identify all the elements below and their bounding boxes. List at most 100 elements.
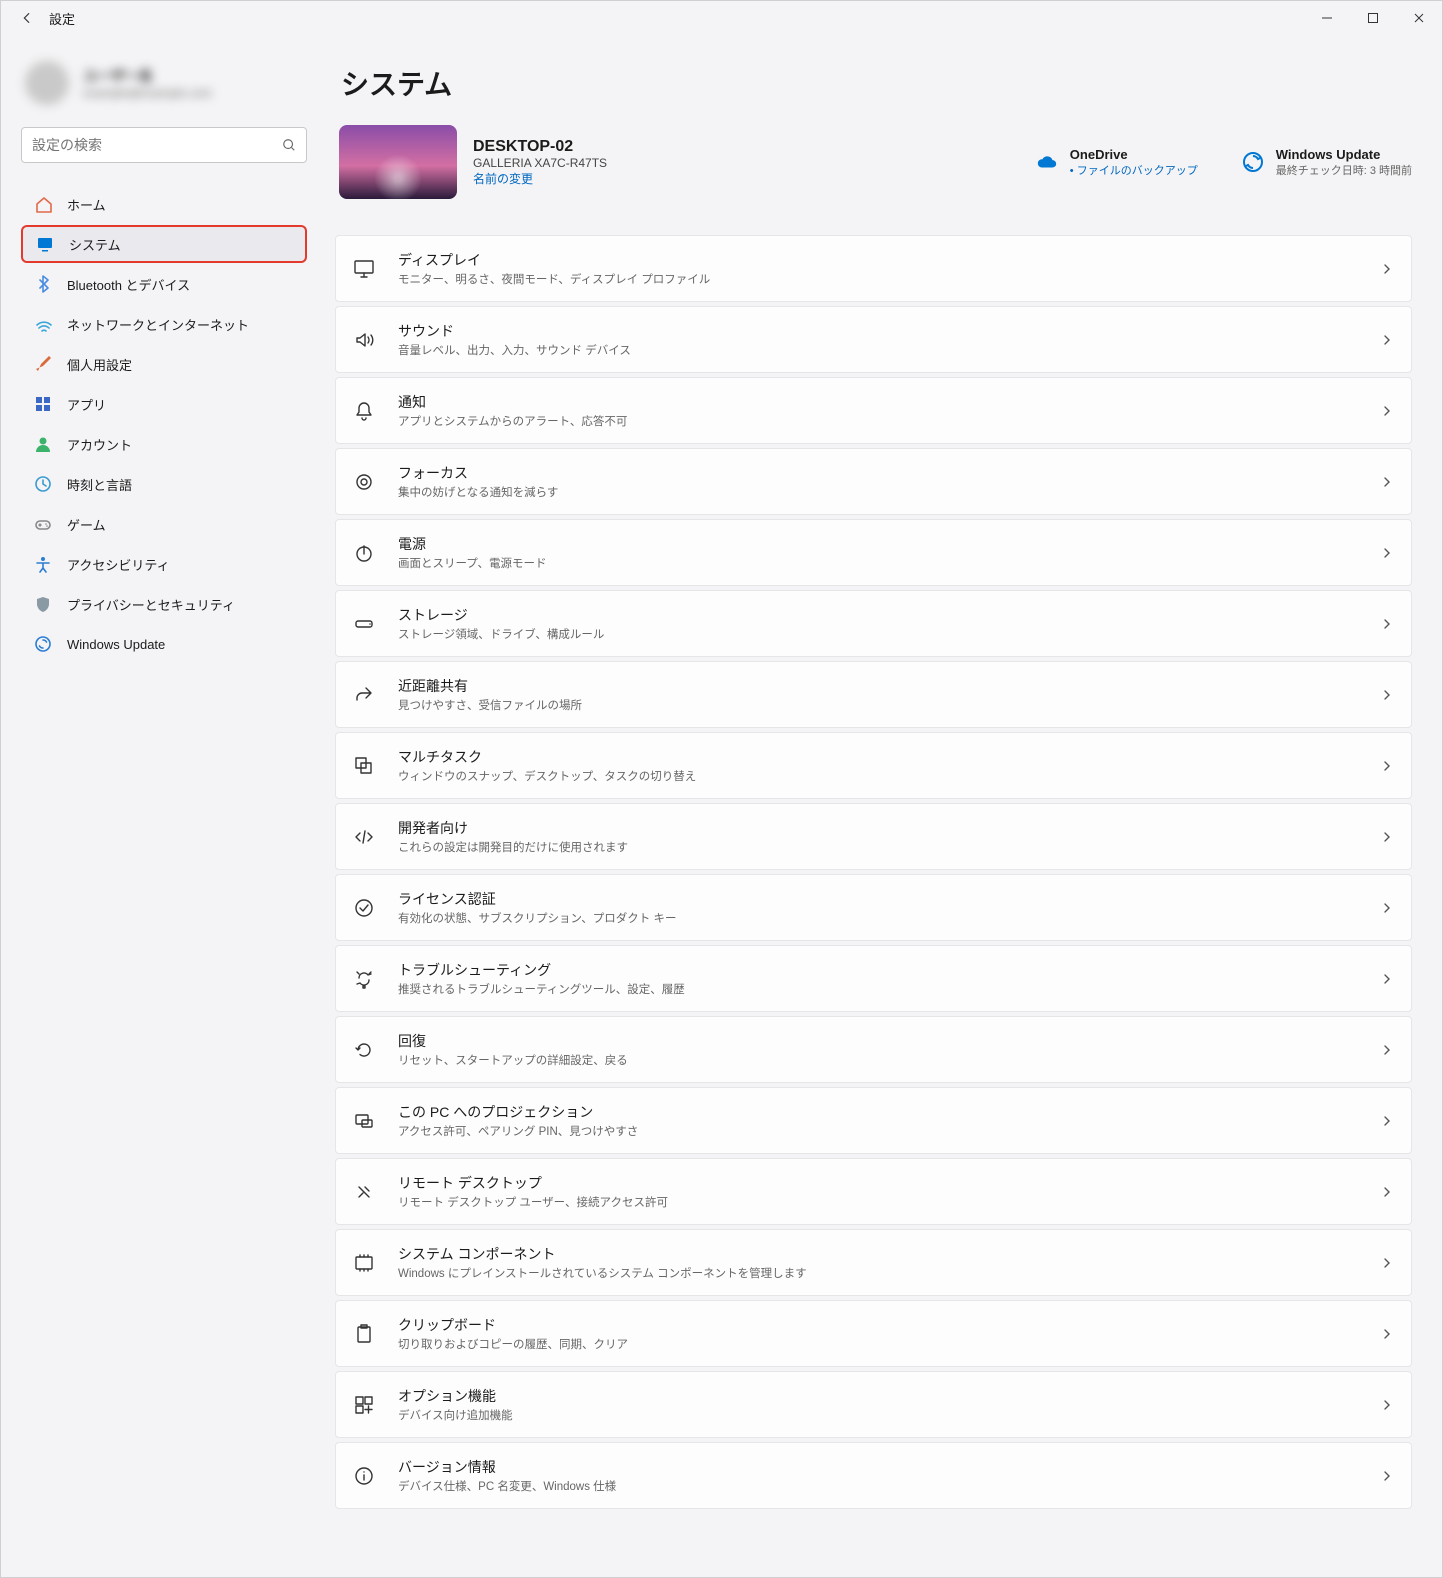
rename-link[interactable]: 名前の変更 [473,170,607,187]
nav-item-gaming[interactable]: ゲーム [21,505,307,543]
device-header: DESKTOP-02 GALLERIA XA7C-R47TS 名前の変更 One… [335,125,1412,199]
card-title: ディスプレイ [398,250,1359,270]
maximize-button[interactable] [1350,1,1396,35]
search-input[interactable] [21,127,307,163]
device-wallpaper-thumb [339,125,457,199]
settings-card-list: ディスプレイモニター、明るさ、夜間モード、ディスプレイ プロファイルサウンド音量… [335,235,1412,1509]
nav-item-system[interactable]: システム [21,225,307,263]
close-button[interactable] [1396,1,1442,35]
onedrive-block[interactable]: OneDrive ファイルのバックアップ [1036,147,1198,178]
minimize-button[interactable] [1304,1,1350,35]
settings-card-focus[interactable]: フォーカス集中の妨げとなる通知を減らす [335,448,1412,515]
onedrive-title: OneDrive [1070,147,1198,162]
nav-item-label: アカウント [67,435,132,454]
card-description: 集中の妨げとなる通知を減らす [398,484,1359,500]
chevron-right-icon [1381,973,1393,985]
card-title: ストレージ [398,605,1359,625]
settings-card-multitask[interactable]: マルチタスクウィンドウのスナップ、デスクトップ、タスクの切り替え [335,732,1412,799]
card-title: クリップボード [398,1315,1359,1335]
network-icon [33,314,53,334]
card-description: 見つけやすさ、受信ファイルの場所 [398,697,1359,713]
card-description: 音量レベル、出力、入力、サウンド デバイス [398,342,1359,358]
card-description: 有効化の状態、サブスクリプション、プロダクト キー [398,910,1359,926]
nav-item-label: プライバシーとセキュリティ [67,595,235,614]
clipboard-icon [352,1322,376,1346]
nav-item-bluetooth[interactable]: Bluetooth とデバイス [21,265,307,303]
chevron-right-icon [1381,1470,1393,1482]
nav-item-label: システム [69,235,121,254]
power-icon [352,541,376,565]
nav-item-account[interactable]: アカウント [21,425,307,463]
update-icon [1242,151,1264,173]
nav-item-label: ホーム [67,195,106,214]
settings-card-optional[interactable]: オプション機能デバイス向け追加機能 [335,1371,1412,1438]
settings-card-display[interactable]: ディスプレイモニター、明るさ、夜間モード、ディスプレイ プロファイル [335,235,1412,302]
nav-item-label: Windows Update [67,637,165,652]
nav-item-label: ゲーム [67,515,106,534]
account-header[interactable]: ユーザー名 example@example.com [25,61,307,105]
chevron-right-icon [1381,1186,1393,1198]
chevron-right-icon [1381,1115,1393,1127]
onedrive-sub[interactable]: ファイルのバックアップ [1070,162,1198,178]
chevron-right-icon [1381,618,1393,630]
avatar [25,61,69,105]
multitask-icon [352,754,376,778]
access-icon [33,554,53,574]
display-icon [352,257,376,281]
settings-card-share[interactable]: 近距離共有見つけやすさ、受信ファイルの場所 [335,661,1412,728]
search-field[interactable] [32,137,282,153]
window-title: 設定 [49,9,75,28]
recovery-icon [352,1038,376,1062]
settings-card-dev[interactable]: 開発者向けこれらの設定は開発目的だけに使用されます [335,803,1412,870]
page-title: システム [341,63,1412,103]
card-title: バージョン情報 [398,1457,1359,1477]
focus-icon [352,470,376,494]
windows-update-block[interactable]: Windows Update 最終チェック日時: 3 時間前 [1242,147,1412,178]
settings-card-notify[interactable]: 通知アプリとシステムからのアラート、応答不可 [335,377,1412,444]
about-icon [352,1464,376,1488]
settings-card-remote[interactable]: リモート デスクトップリモート デスクトップ ユーザー、接続アクセス許可 [335,1158,1412,1225]
gaming-icon [33,514,53,534]
cloud-icon [1036,151,1058,173]
card-title: システム コンポーネント [398,1244,1359,1264]
chevron-right-icon [1381,1328,1393,1340]
components-icon [352,1251,376,1275]
settings-card-trouble[interactable]: トラブルシューティング推奨されるトラブルシューティングツール、設定、履歴 [335,945,1412,1012]
nav-item-access[interactable]: アクセシビリティ [21,545,307,583]
card-description: リモート デスクトップ ユーザー、接続アクセス許可 [398,1194,1359,1210]
winupdate-sub: 最終チェック日時: 3 時間前 [1276,162,1412,178]
nav-item-label: 個人用設定 [67,355,132,374]
nav-item-apps[interactable]: アプリ [21,385,307,423]
card-description: 画面とスリープ、電源モード [398,555,1359,571]
nav-item-network[interactable]: ネットワークとインターネット [21,305,307,343]
settings-card-components[interactable]: システム コンポーネントWindows にプレインストールされているシステム コ… [335,1229,1412,1296]
nav-item-label: Bluetooth とデバイス [67,275,190,294]
back-button[interactable] [13,4,41,32]
settings-card-license[interactable]: ライセンス認証有効化の状態、サブスクリプション、プロダクト キー [335,874,1412,941]
nav-item-time[interactable]: 時刻と言語 [21,465,307,503]
titlebar: 設定 [1,1,1442,35]
settings-card-clipboard[interactable]: クリップボード切り取りおよびコピーの履歴、同期、クリア [335,1300,1412,1367]
nav-item-update[interactable]: Windows Update [21,625,307,663]
nav-item-brush[interactable]: 個人用設定 [21,345,307,383]
settings-card-recovery[interactable]: 回復リセット、スタートアップの詳細設定、戻る [335,1016,1412,1083]
settings-card-project[interactable]: この PC へのプロジェクションアクセス許可、ペアリング PIN、見つけやすさ [335,1087,1412,1154]
settings-card-storage[interactable]: ストレージストレージ領域、ドライブ、構成ルール [335,590,1412,657]
settings-card-about[interactable]: バージョン情報デバイス仕様、PC 名変更、Windows 仕様 [335,1442,1412,1509]
card-description: ウィンドウのスナップ、デスクトップ、タスクの切り替え [398,768,1359,784]
nav-item-privacy[interactable]: プライバシーとセキュリティ [21,585,307,623]
settings-card-power[interactable]: 電源画面とスリープ、電源モード [335,519,1412,586]
content-area: システム DESKTOP-02 GALLERIA XA7C-R47TS 名前の変… [321,35,1442,1577]
chevron-right-icon [1381,902,1393,914]
settings-card-sound[interactable]: サウンド音量レベル、出力、入力、サウンド デバイス [335,306,1412,373]
account-mail: example@example.com [83,86,212,100]
account-name: ユーザー名 [83,66,212,86]
license-icon [352,896,376,920]
search-icon [282,138,296,152]
nav-item-home[interactable]: ホーム [21,185,307,223]
chevron-right-icon [1381,334,1393,346]
card-description: アプリとシステムからのアラート、応答不可 [398,413,1359,429]
card-description: Windows にプレインストールされているシステム コンポーネントを管理します [398,1265,1359,1281]
card-title: 近距離共有 [398,676,1359,696]
chevron-right-icon [1381,476,1393,488]
